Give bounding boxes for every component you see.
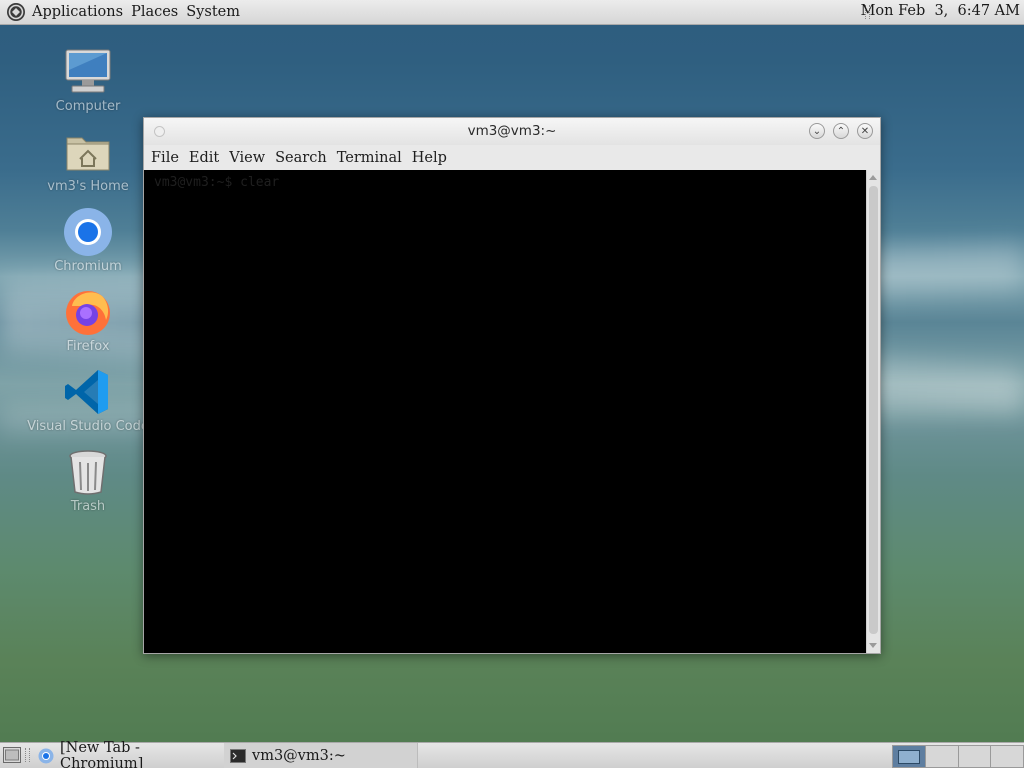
workspace-window-preview	[898, 750, 920, 764]
chromium-icon	[64, 208, 112, 256]
applications-menu[interactable]: Applications	[28, 4, 127, 20]
close-button[interactable]: ✕	[857, 123, 873, 139]
bottom-panel: [New Tab - Chromium] vm3@vm3:~	[0, 739, 1024, 768]
top-panel: Applications Places System Mon Feb 3, 6:…	[0, 0, 1024, 25]
menu-search[interactable]: Search	[270, 150, 332, 166]
system-menu[interactable]: System	[182, 4, 244, 20]
menu-file[interactable]: File	[146, 150, 184, 166]
workspace-1[interactable]	[892, 745, 925, 768]
terminal-prompt: vm3@vm3:~$ clear	[154, 175, 280, 190]
taskbar-item-label: vm3@vm3:~	[252, 747, 346, 764]
workspace-switcher	[892, 745, 1024, 768]
computer-icon	[65, 49, 111, 93]
scroll-up-icon[interactable]	[869, 175, 877, 180]
distro-logo-icon[interactable]	[6, 2, 26, 22]
panel-separator	[25, 748, 30, 762]
trash-icon	[69, 450, 107, 495]
chevron-up-icon: ⌃	[836, 125, 846, 137]
clock[interactable]: Mon Feb 3, 6:47 AM	[861, 3, 1020, 19]
terminal-menubar: File Edit View Search Terminal Help	[144, 145, 880, 170]
desktop-icon-chromium[interactable]: Chromium	[28, 206, 148, 274]
desktop-icon-vscode[interactable]: Visual Studio Code	[27, 366, 149, 434]
workspace-3[interactable]	[957, 745, 991, 768]
taskbar-item-chromium[interactable]: [New Tab - Chromium]	[32, 739, 222, 768]
menu-view[interactable]: View	[224, 150, 270, 166]
workspace-2[interactable]	[924, 745, 958, 768]
desktop-icon-firefox[interactable]: Firefox	[28, 286, 148, 354]
close-icon: ✕	[860, 125, 870, 137]
desktop-icon-label: Computer	[55, 99, 121, 114]
desktop-icon-label: Firefox	[66, 339, 110, 354]
desktop-icon-label: Visual Studio Code	[27, 419, 149, 434]
show-desktop-icon[interactable]	[3, 747, 21, 763]
window-menu-icon[interactable]	[154, 126, 165, 137]
chevron-down-icon: ⌄	[812, 125, 822, 137]
desktop-icon-label: Trash	[70, 499, 106, 514]
scroll-down-icon[interactable]	[869, 643, 877, 648]
desktop-icon-computer[interactable]: Computer	[28, 46, 148, 114]
taskbar-item-label: [New Tab - Chromium]	[60, 739, 144, 768]
firefox-icon	[66, 291, 110, 335]
menu-edit[interactable]: Edit	[184, 150, 224, 166]
scroll-thumb[interactable]	[869, 186, 878, 634]
vscode-icon	[65, 370, 108, 414]
window-titlebar[interactable]: vm3@vm3:~ ⌄ ⌃ ✕	[144, 118, 880, 145]
maximize-button[interactable]: ⌃	[833, 123, 849, 139]
minimize-button[interactable]: ⌄	[809, 123, 825, 139]
terminal-output[interactable]: vm3@vm3:~$ clear	[144, 170, 866, 653]
workspace-4[interactable]	[990, 745, 1024, 768]
window-title: vm3@vm3:~	[467, 123, 557, 139]
places-menu[interactable]: Places	[127, 4, 182, 20]
menu-terminal[interactable]: Terminal	[332, 150, 407, 166]
terminal-window[interactable]: vm3@vm3:~ ⌄ ⌃ ✕ File Edit View Search Te…	[143, 117, 881, 654]
desktop-icon-trash[interactable]: Trash	[28, 446, 148, 514]
taskbar-item-terminal[interactable]: vm3@vm3:~	[224, 743, 418, 768]
desktop-icon-label: vm3's Home	[47, 179, 129, 194]
desktop-icon-label: Chromium	[54, 259, 122, 274]
terminal-icon	[230, 748, 246, 763]
terminal-scrollbar[interactable]	[866, 170, 880, 653]
menu-help[interactable]: Help	[407, 150, 452, 166]
desktop-icon-home[interactable]: vm3's Home	[28, 126, 148, 194]
chromium-icon	[38, 748, 54, 763]
home-folder-icon	[66, 137, 110, 171]
